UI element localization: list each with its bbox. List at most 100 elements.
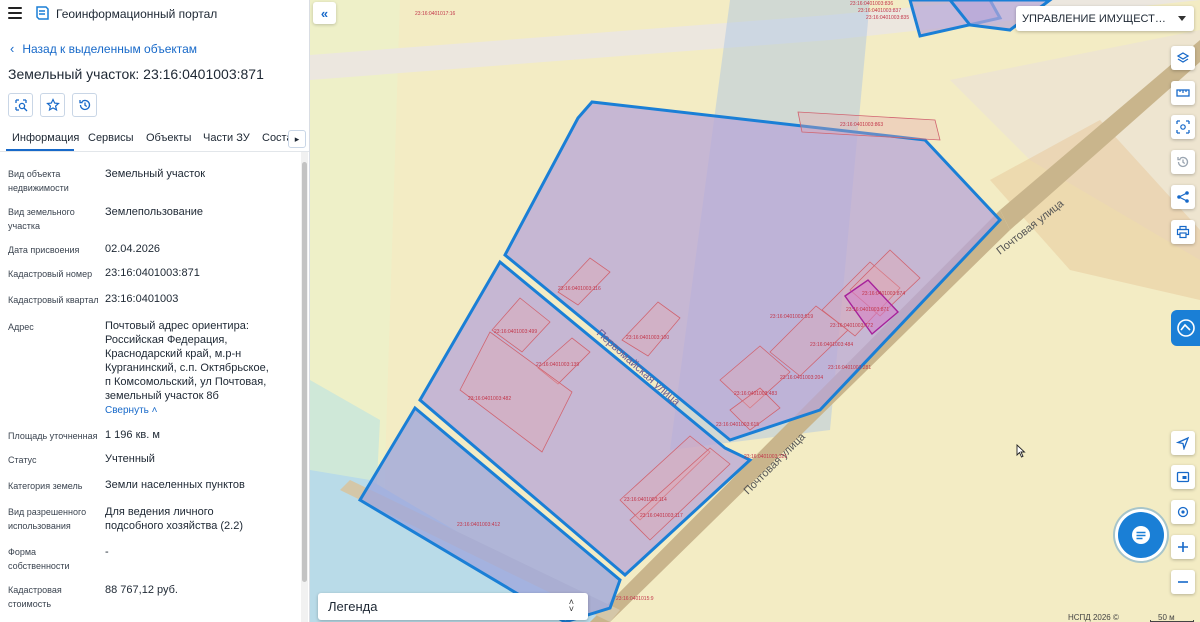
prop-label: Вид земельного участка [8,207,75,231]
panel-scrollbar[interactable] [301,152,308,622]
share-icon [1177,191,1189,203]
select-area-icon [1176,120,1190,134]
prop-value: 23:16:0401003 [105,293,179,305]
double-chevron-left-icon: « [320,5,329,21]
layers-button[interactable] [1171,46,1195,70]
chevron-up-icon: ˄ [151,405,158,416]
parcel-label: 23:16:0401017:16 [415,11,456,17]
parcel-label: 23:16:0401003:484 [810,342,853,348]
prop-value-wrap: Почтовый адрес ориентира: Российская Фед… [105,319,275,418]
info-panel: Геоинформационный портал ‹ Назад к выдел… [0,0,310,622]
chat-button[interactable] [1118,512,1164,558]
tabs-scroll-right-button[interactable]: ▸ [288,130,306,148]
print-icon [1176,225,1190,239]
tab-information[interactable]: Информация [12,132,79,144]
locate-object-button[interactable] [8,93,33,117]
parcel-label: 23:16:0401003:482 [468,396,511,402]
star-icon [45,98,60,112]
prop-value: Землепользование [105,206,204,218]
app-title: Геоинформационный портал [56,7,218,21]
favorite-button[interactable] [40,93,65,117]
parcel-label: 23:16:0401003:863 [840,122,883,128]
map-canvas[interactable]: Почтовая улица Почтовая улица Первомайск… [310,0,1200,622]
tab-services[interactable]: Сервисы [88,132,134,144]
parcel-label: 23:16:0401003:483 [734,391,777,397]
prop-value: Для ведения личного подсобного хозяйства… [105,506,243,532]
parcel-label: 23:16:0401003:871 [846,307,889,313]
prop-value: - [105,546,109,558]
tab-parcel-parts[interactable]: Части ЗУ [203,132,250,144]
prop-label: Форма собственности [8,547,70,571]
parcel-label: 23:16:0401003:499 [494,329,537,335]
parcel-label: 23:16:0401003:772 [830,323,873,329]
prop-label: Вид разрешенного использования [8,507,87,531]
prop-label: Вид объекта недвижимости [8,169,69,193]
side-widget-tab[interactable] [1171,310,1200,346]
collapse-panel-button[interactable]: « [313,2,336,24]
parcel-label: 23:16:0401003:117 [640,513,683,519]
parcel-label: 23:16:0401003:100 [626,335,669,341]
object-tabs: Информация Сервисы Объекты Части ЗУ Сост… [0,126,309,152]
print-button[interactable] [1171,220,1195,244]
measure-button[interactable] [1171,81,1195,105]
collapse-label: Свернуть [105,405,149,416]
top-bar: Геоинформационный портал [0,0,309,28]
back-to-selected-link[interactable]: ‹ Назад к выделенным объектам [10,41,197,56]
zoom-out-button[interactable] [1171,570,1195,594]
object-title: Земельный участок: 23:16:0401003:871 [8,66,264,82]
ruler-icon [1176,89,1190,97]
chevron-down-icon [1178,16,1186,21]
chevron-left-icon: ‹ [10,41,15,56]
plus-icon [1178,542,1188,552]
prop-label: Площадь уточненная [8,431,98,441]
scrollbar-thumb[interactable] [302,162,307,582]
history-icon [1177,156,1189,168]
prop-value: Почтовый адрес ориентира: Российская Фед… [105,320,269,402]
menu-icon[interactable] [8,7,22,19]
parcel-label: 23:16:0401015:9 [616,596,654,602]
collapse-address-link[interactable]: Свернуть ˄ [105,404,157,418]
prop-value: Учтенный [105,453,155,465]
prop-label: Адрес [8,322,34,332]
navigation-arrow-icon [1176,436,1190,450]
my-location-button[interactable] [1171,431,1195,455]
prop-label: Статус [8,455,37,465]
tab-objects[interactable]: Объекты [146,132,191,144]
back-link-label: Назад к выделенным объектам [22,41,198,56]
active-tab-indicator [6,149,74,151]
minus-icon [1178,581,1188,583]
share-button[interactable] [1171,185,1195,209]
basemap-button[interactable] [1171,465,1195,489]
object-actions [8,93,97,117]
parcel-label: 23:16:0401003:116 [558,286,601,292]
history-icon [78,99,90,111]
layer-select[interactable]: УПРАВЛЕНИЕ ИМУЩЕСТВЕННЫМИ [1016,6,1194,31]
legend-toggle[interactable]: Легенда ˄ ˅ [318,593,588,620]
parcel-label: 23:16:0401003:615 [716,422,759,428]
prop-label: Категория земель [8,481,83,491]
history-map-button[interactable] [1171,150,1195,174]
zoom-in-button[interactable] [1171,535,1195,559]
parcel-label: 23:16:0401003:836 [850,1,893,7]
prop-value: 1 196 кв. м [105,429,160,441]
map-graphics: Почтовая улица Почтовая улица Первомайск… [310,0,1200,622]
layers-icon [1176,52,1190,63]
parcel-label: 23:16:0401003:204 [780,375,823,381]
mouse-cursor-icon [1016,444,1026,458]
prop-value: 88 767,12 руб. [105,584,178,596]
parcel-label: 23:16:0401003:114 [624,497,667,503]
prop-label: Кадастровая стоимость [8,585,62,609]
chat-icon [1132,526,1150,544]
geolocate-button[interactable] [1171,500,1195,524]
layer-select-value: УПРАВЛЕНИЕ ИМУЩЕСТВЕННЫМИ [1022,12,1172,25]
target-icon [1177,506,1189,518]
parcel-label: 23:16:0401003:519 [770,314,813,320]
prop-value: 02.04.2026 [105,243,161,255]
parcel-label: 23:16:0401003:874 [862,291,905,297]
legend-label: Легенда [328,599,378,614]
prop-value: Земельный участок [105,168,206,180]
map-copyright: НСПД 2026 © [1068,613,1119,622]
select-area-button[interactable] [1171,115,1195,139]
history-button[interactable] [72,93,97,117]
parcel-label: 23:16:0401003:281 [828,365,871,371]
